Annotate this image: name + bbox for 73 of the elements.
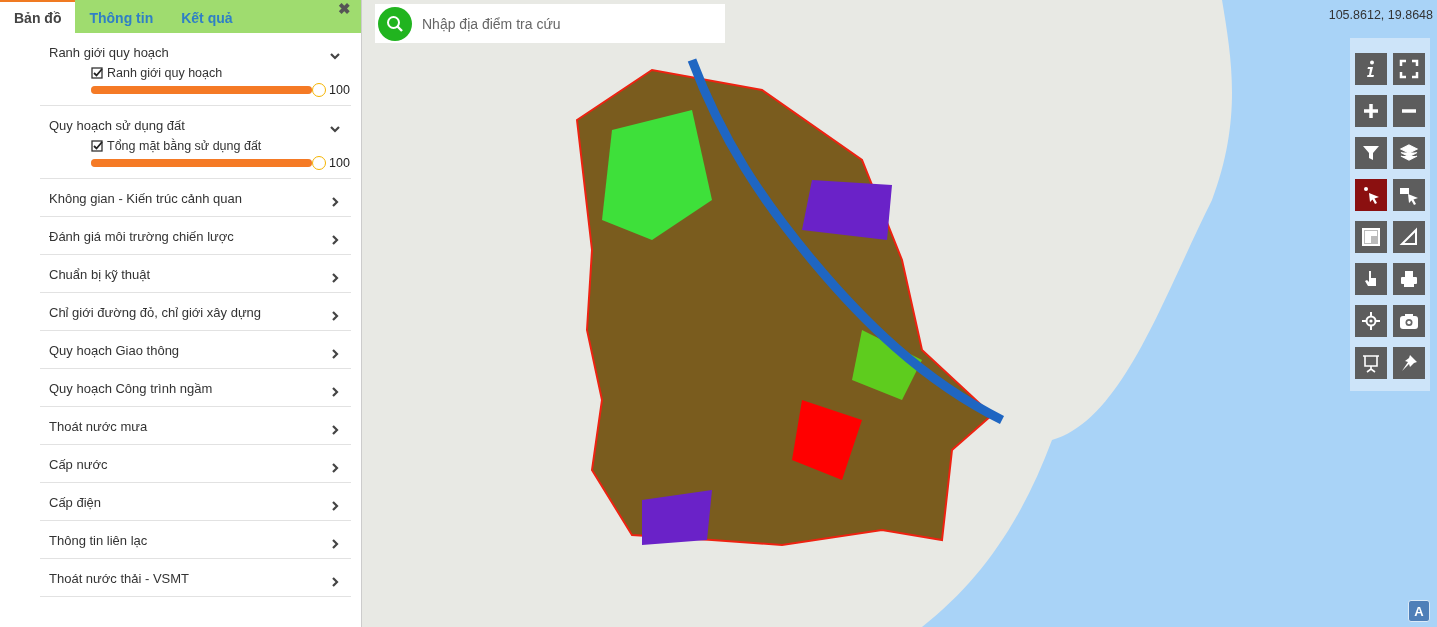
search-field[interactable]: Nhập địa điểm tra cứu bbox=[420, 14, 722, 33]
hand-tool-button[interactable] bbox=[1355, 263, 1387, 295]
pin-icon bbox=[1399, 353, 1419, 373]
slider-thumb[interactable] bbox=[312, 83, 326, 97]
zoom-out-tool-button[interactable] bbox=[1393, 95, 1425, 127]
pin-tool-button[interactable] bbox=[1393, 347, 1425, 379]
layer-group-title[interactable]: Chuẩn bị kỹ thuật bbox=[49, 266, 151, 282]
layer-group-title[interactable]: Thông tin liên lạc bbox=[49, 532, 148, 548]
planning-zones-drawing[interactable] bbox=[575, 58, 1005, 546]
chevron-right-icon[interactable] bbox=[329, 538, 341, 550]
checked-checkbox[interactable] bbox=[91, 140, 103, 152]
layer-group-title[interactable]: Chỉ giới đường đỏ, chỉ giới xây dựng bbox=[49, 304, 262, 320]
chevron-down-icon[interactable] bbox=[329, 123, 341, 135]
box-select-icon bbox=[1399, 185, 1419, 205]
chevron-right-icon[interactable] bbox=[329, 462, 341, 474]
camera-tool-button[interactable] bbox=[1393, 305, 1425, 337]
layer-group-title[interactable]: Thoát nước thải - VSMT bbox=[49, 570, 190, 586]
zoom-in-tool-button[interactable] bbox=[1355, 95, 1387, 127]
locate-tool-button[interactable] bbox=[1355, 305, 1387, 337]
tab[interactable]: Bản đồ bbox=[0, 0, 76, 33]
coordinates-text: 105.8612, 19.8648 bbox=[1328, 8, 1433, 22]
close-button[interactable]: ✖ bbox=[336, 0, 353, 18]
info-tool-button[interactable] bbox=[1355, 53, 1387, 85]
zoom-in-icon bbox=[1361, 101, 1381, 121]
layer-group-title[interactable]: Thoát nước mưa bbox=[49, 418, 148, 434]
layers-tool-button[interactable] bbox=[1393, 137, 1425, 169]
chevron-right-icon[interactable] bbox=[329, 234, 341, 246]
layer-group-title[interactable]: Cấp nước bbox=[49, 456, 108, 472]
presentation-icon bbox=[1361, 353, 1381, 373]
camera-icon bbox=[1399, 311, 1419, 331]
opacity-slider[interactable] bbox=[91, 83, 326, 97]
measure-icon bbox=[1399, 227, 1419, 247]
checked-checkbox[interactable] bbox=[91, 67, 103, 79]
layer-group-title[interactable]: Ranh giới quy hoạch bbox=[49, 44, 169, 60]
chevron-down-icon[interactable] bbox=[329, 50, 341, 62]
chevron-right-icon[interactable] bbox=[329, 386, 341, 398]
layer-group-title[interactable]: Cấp điện bbox=[49, 494, 102, 510]
filter-icon bbox=[1361, 143, 1381, 163]
layer-group-title[interactable]: Quy hoạch Giao thông bbox=[49, 342, 180, 358]
filter-tool-button[interactable] bbox=[1355, 137, 1387, 169]
chevron-right-icon[interactable] bbox=[329, 348, 341, 360]
point-select-icon bbox=[1361, 185, 1381, 205]
chevron-right-icon[interactable] bbox=[329, 272, 341, 284]
chevron-right-icon[interactable] bbox=[329, 310, 341, 322]
zoom-out-icon bbox=[1401, 109, 1417, 113]
attribution-button[interactable]: A bbox=[1408, 600, 1430, 622]
layer-group-title[interactable]: Quy hoạch Công trình ngầm bbox=[49, 380, 213, 396]
layers-icon bbox=[1399, 143, 1419, 163]
presentation-tool-button[interactable] bbox=[1355, 347, 1387, 379]
area-icon bbox=[1361, 227, 1381, 247]
search-icon[interactable] bbox=[378, 6, 412, 41]
layer-group-title[interactable]: Đánh giá môi trường chiến lược bbox=[49, 228, 234, 244]
layer-name: Tổng mặt bằng sử dụng đất bbox=[107, 139, 262, 153]
fullscreen-tool-button[interactable] bbox=[1393, 53, 1425, 85]
layer-name: Ranh giới quy hoạch bbox=[107, 66, 223, 80]
layer-group-title[interactable]: Quy hoạch sử dụng đất bbox=[49, 117, 185, 133]
chevron-right-icon[interactable] bbox=[329, 424, 341, 436]
locate-icon bbox=[1361, 311, 1381, 331]
slider-thumb[interactable] bbox=[312, 156, 326, 170]
chevron-right-icon[interactable] bbox=[329, 196, 341, 208]
point-select-tool-button[interactable] bbox=[1355, 179, 1387, 211]
box-select-tool-button[interactable] bbox=[1393, 179, 1425, 211]
opacity-slider[interactable] bbox=[91, 156, 326, 170]
slider-value: 100 bbox=[329, 156, 351, 170]
fullscreen-icon bbox=[1399, 59, 1419, 79]
measure-tool-button[interactable] bbox=[1393, 221, 1425, 253]
chevron-right-icon[interactable] bbox=[329, 576, 341, 588]
search-bar[interactable]: Nhập địa điểm tra cứu bbox=[375, 4, 725, 43]
layer-group-title[interactable]: Không gian - Kiến trúc cảnh quan bbox=[49, 190, 242, 206]
area-tool-button[interactable] bbox=[1355, 221, 1387, 253]
slider-value: 100 bbox=[329, 83, 351, 97]
chevron-right-icon[interactable] bbox=[329, 500, 341, 512]
print-tool-button[interactable] bbox=[1393, 263, 1425, 295]
